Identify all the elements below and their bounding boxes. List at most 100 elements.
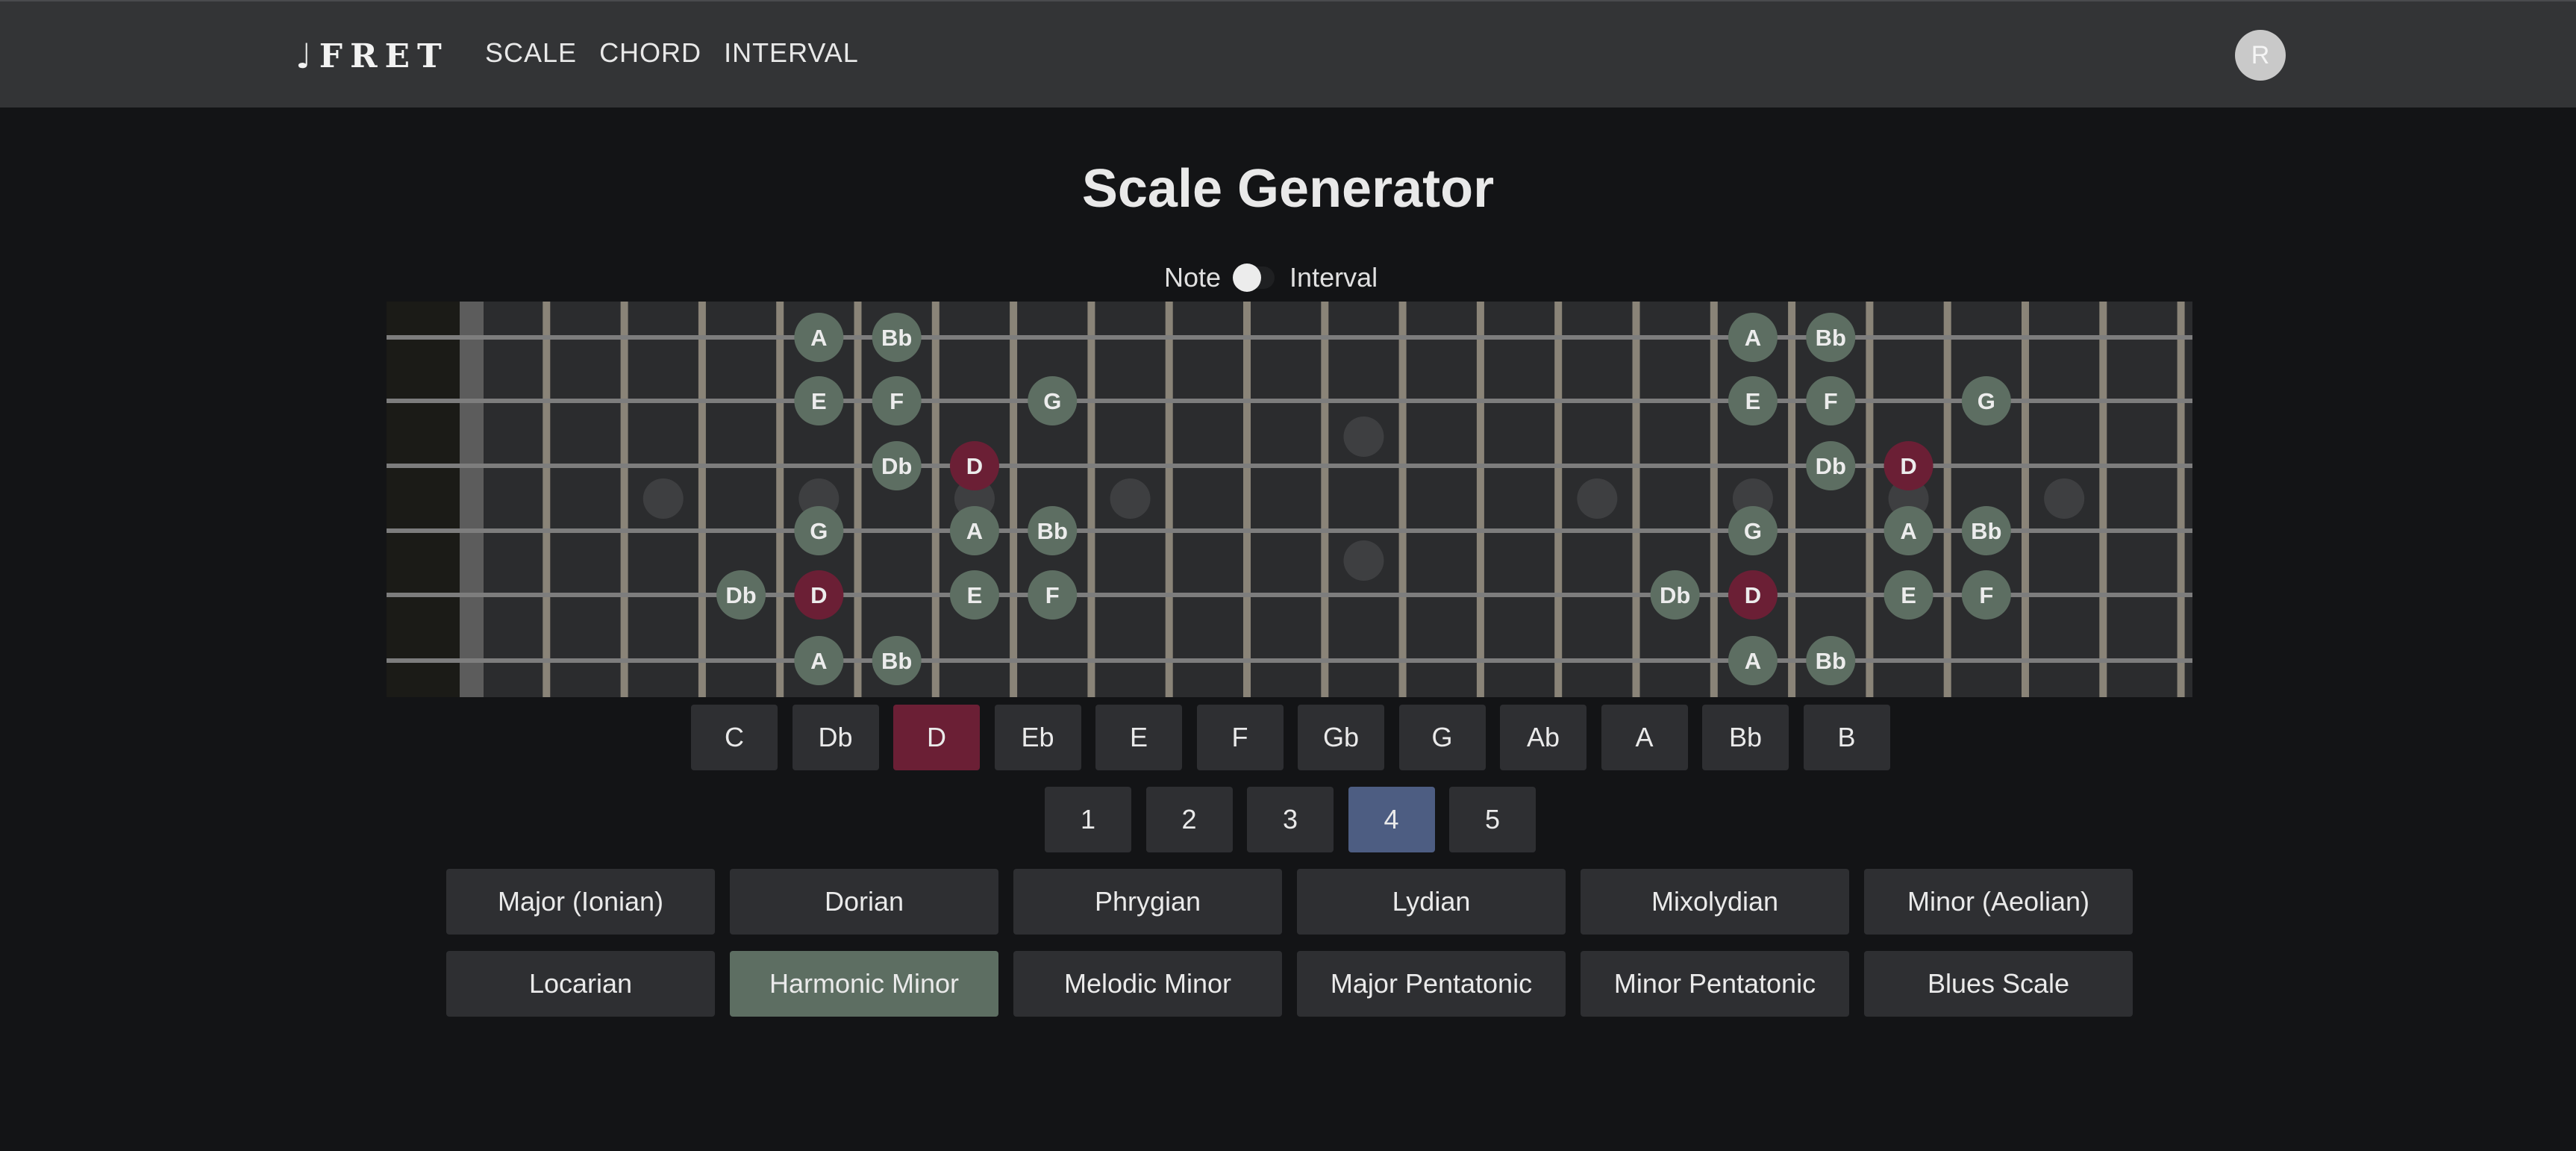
note-marker-label: Db	[1660, 582, 1690, 608]
fretboard: A Bb E F G Db D G A Bb Db D E F A Bb A Bb E F G Db D G A Bb Db D E F A…	[387, 302, 2192, 697]
fret-inlay-dot	[1110, 478, 1151, 519]
fret-wire	[1087, 302, 1095, 697]
note-marker-label: E	[967, 582, 983, 608]
scale-button-major-ionian[interactable]: Major (Ionian)	[446, 869, 715, 935]
fret-inlay-dot	[643, 478, 684, 519]
note-marker-label: D	[1900, 453, 1916, 479]
note-marker-label: G	[810, 518, 828, 544]
fret-wire	[931, 302, 940, 697]
root-note-button-b[interactable]: B	[1803, 705, 1890, 770]
string-B	[387, 399, 2192, 403]
root-note-button-bb[interactable]: Bb	[1702, 705, 1789, 770]
note-marker-label: F	[890, 388, 904, 414]
fret-wire	[2022, 302, 2029, 697]
note-marker-label: E	[811, 388, 827, 414]
note-marker-label: Db	[725, 582, 756, 608]
page-title: Scale Generator	[1081, 159, 1495, 219]
fret-wire	[698, 302, 706, 697]
root-note-button-c[interactable]: C	[691, 705, 778, 770]
fret-wire	[1788, 302, 1796, 697]
scale-button-locarian[interactable]: Locarian	[446, 951, 715, 1017]
fret-wire	[1710, 302, 1718, 697]
fret-wire	[1243, 302, 1251, 697]
note-marker-label: F	[1045, 582, 1060, 608]
position-button-4[interactable]: 4	[1348, 787, 1435, 852]
position-button-2[interactable]: 2	[1145, 787, 1233, 852]
root-note-button-g[interactable]: G	[1398, 705, 1486, 770]
fret-wire	[1943, 302, 1951, 697]
note-marker-label: G	[1043, 388, 1061, 414]
nut	[460, 302, 484, 697]
note-marker-label: F	[1824, 388, 1838, 414]
scale-button-minor-pentatonic[interactable]: Minor Pentatonic	[1581, 951, 1849, 1017]
note-marker-label: G	[1744, 518, 1762, 544]
scale-button-blues-scale[interactable]: Blues Scale	[1864, 951, 2133, 1017]
fret-wire	[1321, 302, 1329, 697]
note-marker-label: F	[1979, 582, 1993, 608]
note-marker-label: Bb	[1037, 518, 1068, 544]
fret-wire	[1554, 302, 1563, 697]
headstock-area	[387, 302, 460, 697]
note-marker-label: E	[1901, 582, 1916, 608]
root-note-button-e[interactable]: E	[1095, 705, 1182, 770]
fret-wire	[1476, 302, 1484, 697]
position-button-3[interactable]: 3	[1247, 787, 1334, 852]
fret-inlay-dot	[1343, 540, 1384, 581]
note-marker-label: A	[1745, 325, 1761, 351]
scale-button-harmonic-minor[interactable]: Harmonic Minor	[730, 951, 998, 1017]
string-E	[387, 658, 2192, 663]
root-note-button-gb[interactable]: Gb	[1298, 705, 1384, 770]
note-marker-label: D	[966, 453, 983, 479]
note-marker-label: Db	[881, 453, 912, 479]
note-marker-label: D	[1745, 582, 1761, 608]
scale-button-dorian[interactable]: Dorian	[730, 869, 998, 935]
music-note-icon: ♩	[296, 36, 312, 76]
scale-button-minor-aeolian[interactable]: Minor (Aeolian)	[1864, 869, 2133, 935]
note-marker-label: Db	[1816, 453, 1846, 479]
root-note-button-d[interactable]: D	[893, 705, 980, 770]
fret-wire	[543, 302, 551, 697]
root-note-button-eb[interactable]: Eb	[994, 705, 1081, 770]
scale-button-mixolydian[interactable]: Mixolydian	[1581, 869, 1849, 935]
root-note-button-a[interactable]: A	[1601, 705, 1688, 770]
scale-button-major-pentatonic[interactable]: Major Pentatonic	[1297, 951, 1566, 1017]
fret-wire	[1866, 302, 1874, 697]
note-marker-label: A	[1900, 518, 1916, 544]
toggle-label-note: Note	[1164, 262, 1222, 293]
nav-interval[interactable]: INTERVAL	[724, 37, 859, 69]
app-logo[interactable]: ♩ FRET	[296, 30, 449, 82]
display-mode-switch[interactable]	[1233, 263, 1275, 292]
nav-chord[interactable]: CHORD	[599, 37, 701, 69]
fret-wire	[854, 302, 862, 697]
note-marker-label: G	[1978, 388, 1995, 414]
note-marker-label: Bb	[881, 648, 912, 674]
fret-wire	[620, 302, 628, 697]
note-marker-label: A	[966, 518, 983, 544]
fret-inlay-dot	[1343, 417, 1384, 457]
note-marker-label: D	[810, 582, 827, 608]
toggle-label-interval: Interval	[1289, 262, 1378, 293]
switch-knob	[1233, 263, 1262, 292]
fret-wire	[776, 302, 784, 697]
nav-scale[interactable]: SCALE	[485, 37, 577, 69]
scale-button-phrygian[interactable]: Phrygian	[1013, 869, 1282, 935]
fretboard-diagram: A Bb E F G Db D G A Bb Db D E F A Bb A Bb E F G Db D G A Bb Db D E F A…	[387, 302, 2192, 697]
scale-button-melodic-minor[interactable]: Melodic Minor	[1013, 951, 1282, 1017]
user-avatar[interactable]: R	[2235, 30, 2286, 81]
scale-button-lydian[interactable]: Lydian	[1297, 869, 1566, 935]
note-marker-label: A	[1745, 648, 1761, 674]
fret-wire	[1632, 302, 1640, 697]
note-marker-label: Bb	[881, 325, 912, 351]
note-marker-label: Bb	[1816, 648, 1846, 674]
note-marker-label: E	[1745, 388, 1761, 414]
note-marker-label: A	[810, 648, 827, 674]
fret-wire	[1010, 302, 1018, 697]
note-marker-label: Bb	[1816, 325, 1846, 351]
logo-wordmark: FRET	[319, 37, 449, 75]
fret-inlay-dot	[2044, 478, 2085, 519]
position-button-1[interactable]: 1	[1045, 787, 1131, 852]
root-note-button-db[interactable]: Db	[792, 705, 879, 770]
root-note-button-f[interactable]: F	[1196, 705, 1284, 770]
position-button-5[interactable]: 5	[1449, 787, 1536, 852]
root-note-button-ab[interactable]: Ab	[1500, 705, 1586, 770]
